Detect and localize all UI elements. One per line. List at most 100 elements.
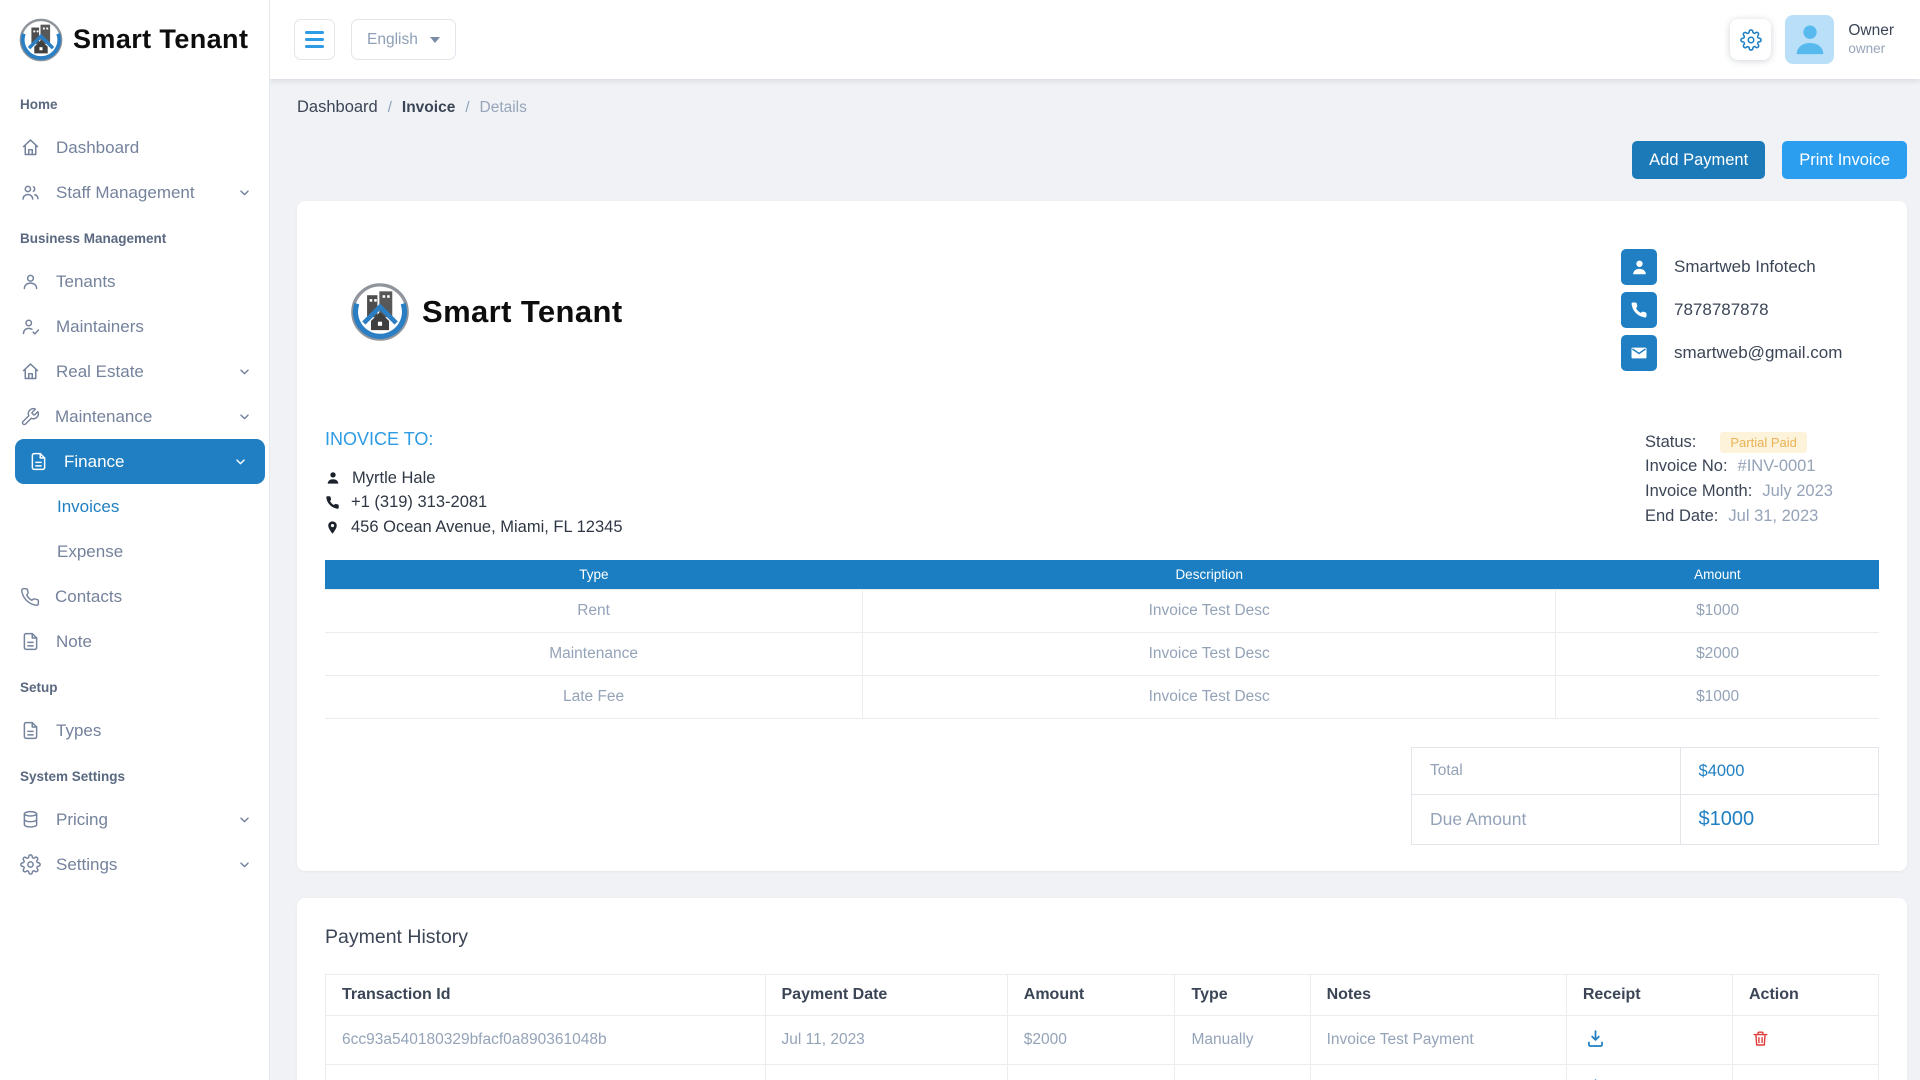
- due-amount-row: Due Amount $1000: [1412, 795, 1879, 845]
- invoice-card: Smart Tenant Smartweb Infotech 787878787…: [297, 201, 1907, 871]
- breadcrumb: Dashboard / Invoice / Details: [297, 98, 1907, 117]
- sidebar: Smart Tenant Home Dashboard Staff Manage…: [0, 0, 270, 1080]
- column-header-action: Action: [1732, 975, 1878, 1016]
- transaction-id: 6cc93a540180329bfacf0a890361048b: [326, 1016, 766, 1065]
- topbar-right: Owner owner: [1730, 15, 1894, 64]
- download-receipt-button[interactable]: [1583, 1026, 1608, 1051]
- chevron-down-icon: [236, 856, 253, 873]
- column-header-transaction-id: Transaction Id: [326, 975, 766, 1016]
- sidebar-nav: Home Dashboard Staff Management Business…: [0, 79, 269, 1080]
- invoice-month-label: Invoice Month:: [1645, 482, 1752, 501]
- main-area: English Owner owner Dashboard / Invoice …: [270, 0, 1920, 1080]
- column-header-description: Description: [863, 560, 1556, 590]
- gear-icon: [20, 854, 41, 875]
- user-meta: Owner owner: [1848, 21, 1894, 57]
- chevron-down-icon: [232, 453, 249, 470]
- item-amount: $1000: [1556, 590, 1879, 633]
- sidebar-subitem-invoices[interactable]: Invoices: [0, 484, 269, 529]
- phone-icon: [1621, 292, 1657, 328]
- payment-notes: Test invoice payment: [1310, 1065, 1566, 1080]
- payment-amount: $1000: [1007, 1065, 1175, 1080]
- status-label: Status:: [1645, 433, 1696, 452]
- column-header-amount: Amount: [1007, 975, 1175, 1016]
- add-payment-button[interactable]: Add Payment: [1632, 141, 1765, 179]
- invoice-month-value: July 2023: [1762, 482, 1833, 501]
- sidebar-item-dashboard[interactable]: Dashboard: [0, 125, 269, 170]
- invoice-card-header: Smart Tenant Smartweb Infotech 787878787…: [325, 249, 1879, 371]
- payment-date: Jul 8, 2023: [765, 1065, 1007, 1080]
- sidebar-item-settings[interactable]: Settings: [0, 842, 269, 887]
- download-receipt-button[interactable]: [1583, 1075, 1608, 1080]
- user-role: owner: [1848, 41, 1894, 58]
- breadcrumb-details: Details: [480, 99, 527, 117]
- sidebar-item-maintainers[interactable]: Maintainers: [0, 304, 269, 349]
- item-description: Invoice Test Desc: [863, 633, 1556, 676]
- sidebar-item-staff-management[interactable]: Staff Management: [0, 170, 269, 215]
- nav-section-system-settings: System Settings: [0, 753, 269, 797]
- phone-icon: [325, 495, 340, 510]
- sidebar-item-pricing[interactable]: Pricing: [0, 797, 269, 842]
- item-description: Invoice Test Desc: [863, 676, 1556, 719]
- language-dropdown[interactable]: English: [351, 19, 456, 60]
- item-description: Invoice Test Desc: [863, 590, 1556, 633]
- item-type: Rent: [325, 590, 863, 633]
- app-logo[interactable]: Smart Tenant: [0, 0, 269, 79]
- wrench-icon: [20, 407, 40, 427]
- sidebar-item-maintenance[interactable]: Maintenance: [0, 394, 269, 439]
- column-header-amount: Amount: [1556, 560, 1879, 590]
- customer-address: 456 Ocean Avenue, Miami, FL 12345: [351, 518, 623, 537]
- smart-tenant-badge-icon: [18, 17, 64, 63]
- totals-table: Total $4000 Due Amount $1000: [1411, 747, 1879, 845]
- company-email: smartweb@gmail.com: [1674, 343, 1842, 363]
- print-invoice-button[interactable]: Print Invoice: [1782, 141, 1907, 179]
- column-header-notes: Notes: [1310, 975, 1566, 1016]
- column-header-payment-date: Payment Date: [765, 975, 1007, 1016]
- sidebar-item-tenants[interactable]: Tenants: [0, 259, 269, 304]
- item-type: Maintenance: [325, 633, 863, 676]
- user-avatar[interactable]: [1785, 15, 1834, 64]
- table-row: Late Fee Invoice Test Desc $1000: [325, 676, 1879, 719]
- customer-address-row: 456 Ocean Avenue, Miami, FL 12345: [325, 515, 623, 540]
- map-pin-icon: [325, 520, 340, 535]
- invoice-no-label: Invoice No:: [1645, 457, 1728, 476]
- column-header-type: Type: [325, 560, 863, 590]
- breadcrumb-separator: /: [465, 99, 469, 116]
- breadcrumb-dashboard[interactable]: Dashboard: [297, 98, 378, 117]
- bill-to-heading: INOVICE TO:: [325, 429, 623, 450]
- sidebar-item-finance[interactable]: Finance: [15, 439, 265, 484]
- sidebar-item-types[interactable]: Types: [0, 708, 269, 753]
- customer-phone: +1 (319) 313-2081: [351, 493, 487, 512]
- chevron-down-icon: [236, 184, 253, 201]
- breadcrumb-separator: /: [388, 99, 392, 116]
- invoice-company-logo: Smart Tenant: [349, 281, 623, 343]
- delete-payment-button[interactable]: [1749, 1027, 1772, 1050]
- company-name-row: Smartweb Infotech: [1621, 249, 1879, 285]
- transaction-id: 2febeb9a35b2c31d8bc6471fe5dafea4: [326, 1065, 766, 1080]
- column-header-receipt: Receipt: [1566, 975, 1732, 1016]
- envelope-icon: [1621, 335, 1657, 371]
- chevron-down-icon: [236, 811, 253, 828]
- payment-type: Manually: [1175, 1065, 1310, 1080]
- delete-payment-button[interactable]: [1749, 1076, 1772, 1080]
- customer-phone-row: +1 (319) 313-2081: [325, 491, 623, 516]
- settings-gear-button[interactable]: [1730, 19, 1771, 60]
- sidebar-item-real-estate[interactable]: Real Estate: [0, 349, 269, 394]
- column-header-type: Type: [1175, 975, 1310, 1016]
- breadcrumb-invoice[interactable]: Invoice: [402, 99, 455, 117]
- menu-toggle-button[interactable]: [294, 19, 335, 60]
- sidebar-item-note[interactable]: Note: [0, 619, 269, 664]
- sidebar-item-contacts[interactable]: Contacts: [0, 574, 269, 619]
- table-row: 2febeb9a35b2c31d8bc6471fe5dafea4 Jul 8, …: [326, 1065, 1879, 1080]
- company-phone: 7878787878: [1674, 300, 1769, 320]
- totals-section: Total $4000 Due Amount $1000: [325, 747, 1879, 845]
- company-name: Smartweb Infotech: [1674, 257, 1816, 277]
- company-contact-list: Smartweb Infotech 7878787878 smartweb@gm…: [1621, 249, 1879, 371]
- end-date-label: End Date:: [1645, 507, 1718, 526]
- customer-name-row: Myrtle Hale: [325, 466, 623, 491]
- sidebar-subitem-expense[interactable]: Expense: [0, 529, 269, 574]
- payment-notes: Invoice Test Payment: [1310, 1016, 1566, 1065]
- payment-amount: $2000: [1007, 1016, 1175, 1065]
- person-icon: [1621, 249, 1657, 285]
- user-name: Owner: [1848, 21, 1894, 40]
- total-label: Total: [1412, 748, 1681, 795]
